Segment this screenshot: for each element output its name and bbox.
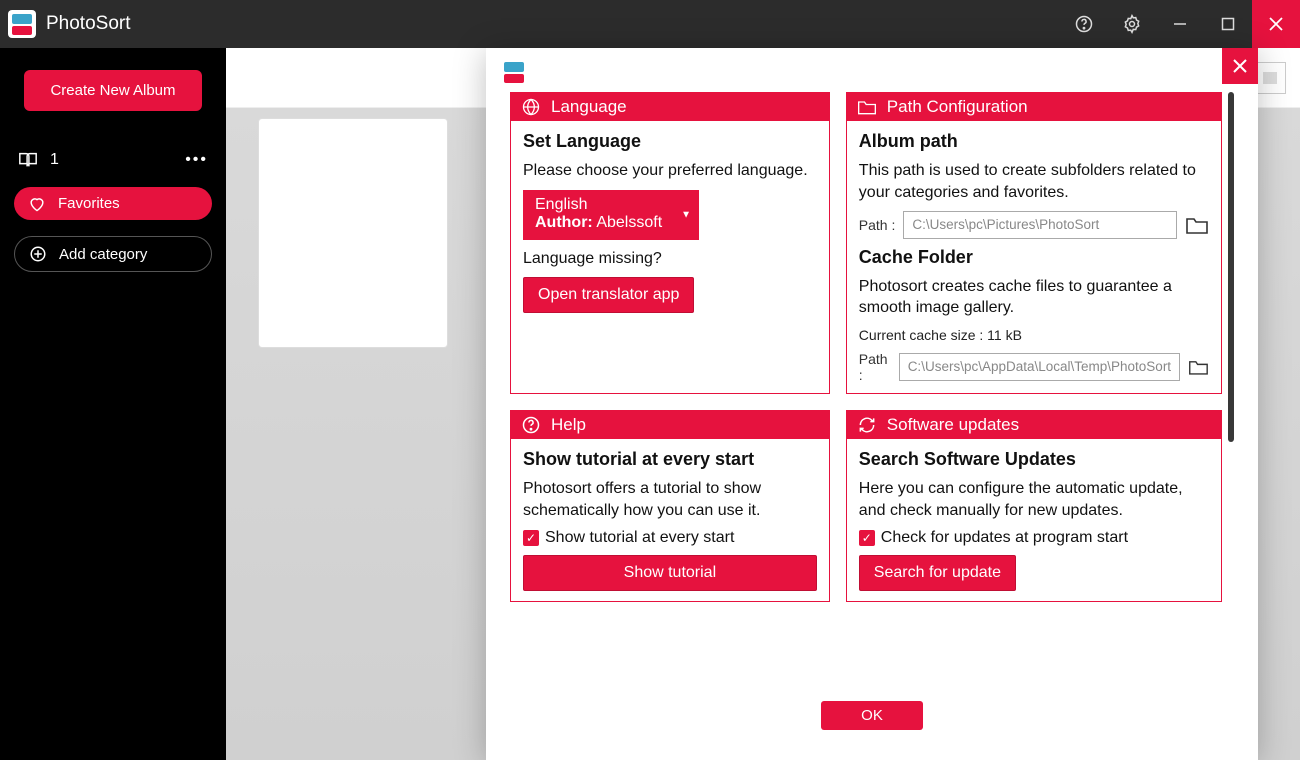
list-view-button[interactable]: [1254, 62, 1286, 94]
path-label-2: Path :: [859, 351, 891, 383]
settings-button[interactable]: [1108, 0, 1156, 48]
close-button[interactable]: [1252, 0, 1300, 48]
settings-modal: Language Set Language Please choose your…: [486, 48, 1258, 760]
globe-icon: [521, 97, 541, 117]
maximize-icon: [1221, 17, 1235, 31]
plus-circle-icon: [29, 245, 47, 263]
add-category-label: Add category: [59, 246, 147, 263]
language-card: Language Set Language Please choose your…: [510, 92, 830, 394]
main-area: Filter by ... ▾: [226, 48, 1300, 760]
help-desc: Photosort offers a tutorial to show sche…: [523, 478, 817, 521]
language-header-label: Language: [551, 97, 627, 117]
refresh-icon: [857, 415, 877, 435]
help-icon: [521, 415, 541, 435]
open-translator-button[interactable]: Open translator app: [523, 277, 694, 313]
album-path-input[interactable]: C:\Users\pc\Pictures\PhotoSort: [903, 211, 1177, 239]
workspace: Create New Album 1 ••• Favorites Add cat…: [0, 48, 1300, 760]
modal-close-button[interactable]: [1222, 48, 1258, 84]
maximize-button[interactable]: [1204, 0, 1252, 48]
album-menu-icon[interactable]: •••: [185, 151, 208, 169]
titlebar: PhotoSort: [0, 0, 1300, 48]
path-header-label: Path Configuration: [887, 97, 1028, 117]
language-title: Set Language: [523, 131, 817, 152]
path-card-header: Path Configuration: [847, 93, 1221, 121]
updates-header-label: Software updates: [887, 415, 1019, 435]
folder-icon: [857, 98, 877, 116]
cache-desc: Photosort creates cache files to guarant…: [859, 276, 1209, 319]
modal-scrollbar[interactable]: [1228, 92, 1234, 442]
album-row[interactable]: 1 •••: [0, 141, 226, 179]
minimize-icon: [1173, 17, 1187, 31]
updates-checkbox-row[interactable]: ✓ Check for updates at program start: [859, 529, 1209, 547]
help-button[interactable]: [1060, 0, 1108, 48]
cache-path-input[interactable]: C:\Users\pc\AppData\Local\Temp\PhotoSort: [899, 353, 1180, 381]
language-selected: English: [535, 196, 687, 214]
updates-card-header: Software updates: [847, 411, 1221, 439]
browse-folder-icon-2[interactable]: [1188, 357, 1209, 377]
help-card-header: Help: [511, 411, 829, 439]
album-index-label: 1: [50, 151, 59, 169]
cache-path-row: Path : C:\Users\pc\AppData\Local\Temp\Ph…: [859, 351, 1209, 383]
help-header-label: Help: [551, 415, 586, 435]
minimize-button[interactable]: [1156, 0, 1204, 48]
help-title: Show tutorial at every start: [523, 449, 817, 470]
app-title: PhotoSort: [46, 13, 131, 35]
language-missing: Language missing?: [523, 248, 817, 270]
language-desc: Please choose your preferred language.: [523, 160, 817, 182]
path-card: Path Configuration Album path This path …: [846, 92, 1222, 394]
sidebar: Create New Album 1 ••• Favorites Add cat…: [0, 48, 226, 760]
single-icon: [1262, 71, 1278, 85]
add-category-button[interactable]: Add category: [14, 236, 212, 272]
titlebar-right: [1060, 0, 1300, 48]
album-path-row: Path : C:\Users\pc\Pictures\PhotoSort: [859, 211, 1209, 239]
app-logo-icon: [8, 10, 36, 38]
language-author: Author: Abelssoft: [535, 214, 687, 232]
tutorial-checkbox-row[interactable]: ✓ Show tutorial at every start: [523, 529, 817, 547]
show-tutorial-button[interactable]: Show tutorial: [523, 555, 817, 591]
help-icon: [1074, 14, 1094, 34]
help-card: Help Show tutorial at every start Photos…: [510, 410, 830, 602]
heart-icon: [28, 196, 46, 212]
browse-folder-icon[interactable]: [1185, 215, 1209, 235]
favorites-button[interactable]: Favorites: [14, 187, 212, 220]
album-path-desc: This path is used to create subfolders r…: [859, 160, 1209, 203]
updates-title: Search Software Updates: [859, 449, 1209, 470]
create-album-button[interactable]: Create New Album: [24, 70, 202, 111]
cache-size-label: Current cache size : 11 kB: [859, 327, 1209, 343]
language-card-header: Language: [511, 93, 829, 121]
tutorial-checkbox-label: Show tutorial at every start: [545, 529, 734, 547]
titlebar-left: PhotoSort: [8, 10, 131, 38]
photo-thumbnail[interactable]: [258, 118, 448, 348]
modal-logo-icon: [500, 58, 528, 86]
close-icon: [1268, 16, 1284, 32]
book-icon: [18, 151, 38, 169]
updates-card: Software updates Search Software Updates…: [846, 410, 1222, 602]
cache-title: Cache Folder: [859, 247, 1209, 268]
checkbox-checked-icon: ✓: [859, 530, 875, 546]
ok-button[interactable]: OK: [821, 701, 923, 730]
checkbox-checked-icon: ✓: [523, 530, 539, 546]
path-label: Path :: [859, 217, 896, 233]
album-path-title: Album path: [859, 131, 1209, 152]
modal-footer: OK: [486, 701, 1258, 730]
chevron-down-icon: ▼: [681, 209, 691, 220]
close-icon: [1232, 58, 1248, 74]
language-select[interactable]: English Author: Abelssoft ▼: [523, 190, 699, 240]
modal-header: [486, 48, 1258, 88]
updates-checkbox-label: Check for updates at program start: [881, 529, 1128, 547]
gear-icon: [1122, 14, 1142, 34]
updates-desc: Here you can configure the automatic upd…: [859, 478, 1209, 521]
search-update-button[interactable]: Search for update: [859, 555, 1016, 591]
modal-body: Language Set Language Please choose your…: [510, 92, 1222, 684]
favorites-label: Favorites: [58, 195, 120, 212]
